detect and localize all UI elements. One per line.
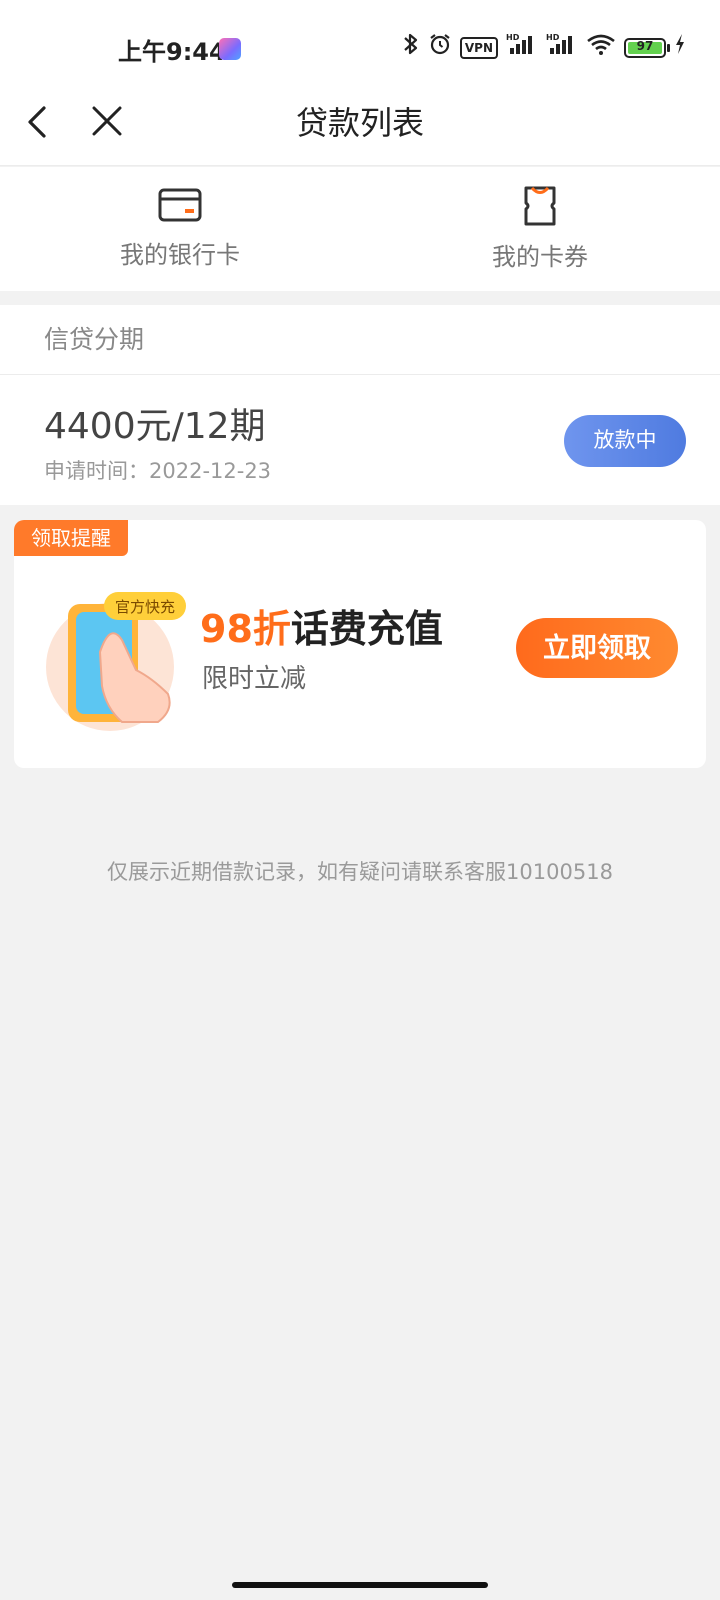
- promo-badge: 官方快充: [115, 598, 175, 616]
- svg-text:HD: HD: [506, 33, 520, 42]
- my-coupons-label: 我的卡券: [492, 243, 588, 271]
- loan-apply-date: 申请时间：2022-12-23: [44, 459, 272, 483]
- page: 上午9:44 VPN HD HD 97 贷款列表 我的银行卡 我的卡券 信贷分期…: [0, 0, 720, 1600]
- loan-section: 信贷分期 4400元/12期 申请时间：2022-12-23 放款中: [0, 305, 720, 505]
- alarm-icon: [428, 32, 452, 64]
- promo-title-rest: 话费充值: [290, 607, 443, 651]
- quick-entries: 我的银行卡 我的卡券: [0, 167, 720, 291]
- my-bank-cards-entry[interactable]: 我的银行卡: [80, 185, 280, 270]
- loan-status-button[interactable]: 放款中: [564, 415, 686, 467]
- app-notification-icon: [219, 38, 241, 60]
- status-bar: 上午9:44 VPN HD HD 97: [0, 0, 720, 80]
- promo-card[interactable]: 领取提醒 官方快充 98折话费充值 限时立减 立即领取: [14, 520, 706, 768]
- signal-hd-icon-2: HD: [546, 32, 578, 64]
- promo-tag: 领取提醒: [14, 520, 128, 556]
- claim-now-button[interactable]: 立即领取: [516, 618, 678, 678]
- vpn-icon: VPN: [459, 37, 498, 59]
- svg-text:HD: HD: [546, 33, 560, 42]
- my-coupons-entry[interactable]: 我的卡券: [440, 185, 640, 272]
- footer-note: 仅展示近期借款记录，如有疑问请联系客服10100518: [107, 860, 613, 884]
- charging-icon: [674, 33, 686, 63]
- battery-icon: 97: [624, 38, 670, 58]
- coupon-icon: [524, 186, 556, 226]
- nav-bar: 贷款列表: [0, 80, 720, 166]
- promo-subtitle: 限时立减: [202, 664, 307, 694]
- wifi-icon: [586, 32, 616, 64]
- promo-title: 98折话费充值: [200, 598, 443, 653]
- signal-hd-icon: HD: [506, 32, 538, 64]
- phone-recharge-illustration: 官方快充: [40, 582, 190, 732]
- loan-amount: 4400元/12期: [44, 406, 266, 447]
- promo-title-highlight: 98折: [200, 607, 291, 651]
- my-bank-cards-label: 我的银行卡: [120, 241, 240, 269]
- home-indicator[interactable]: [232, 1582, 488, 1588]
- status-time: 上午9:44: [118, 38, 226, 66]
- bank-card-icon: [158, 188, 202, 222]
- battery-level: 97: [636, 39, 654, 53]
- page-title: 贷款列表: [295, 104, 424, 142]
- bluetooth-icon: [402, 32, 420, 64]
- status-icons: VPN HD HD 97: [402, 32, 686, 64]
- loan-section-header: 信贷分期: [0, 305, 720, 375]
